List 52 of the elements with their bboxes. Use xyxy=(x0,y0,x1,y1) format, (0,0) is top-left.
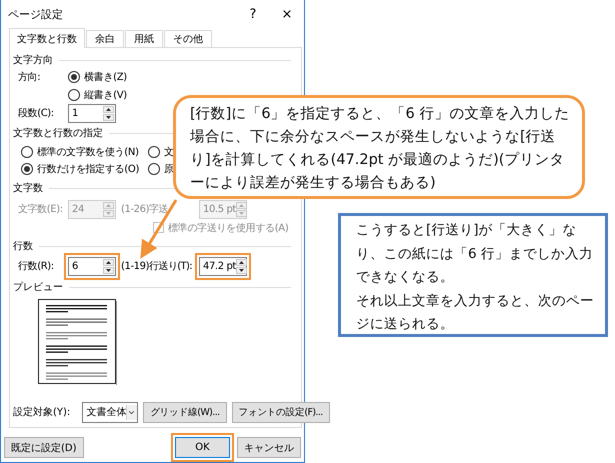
section-heading: プレビュー xyxy=(13,280,63,294)
number-field[interactable]: 47.2 pt xyxy=(199,256,247,276)
spin-down-icon[interactable] xyxy=(103,114,114,120)
tab[interactable]: その他 xyxy=(164,30,212,47)
note-text: こうすると[行送り]が「大きく」なり、この紙には「6 行」までしか入力できなくなる。 xyxy=(356,221,594,287)
spin-down-icon[interactable] xyxy=(103,266,114,274)
radio-button[interactable] xyxy=(68,71,80,83)
spin-up-icon[interactable] xyxy=(103,258,114,266)
range-text: (1-19) xyxy=(120,260,149,272)
dialog-button[interactable]: OK xyxy=(175,437,230,458)
tab[interactable]: 用紙 xyxy=(125,30,163,47)
section-heading: 行数 xyxy=(13,240,33,253)
radio-label[interactable]: 標準の文字数を使う(N) xyxy=(37,144,139,158)
spin-up-icon[interactable] xyxy=(236,258,247,266)
radio-button[interactable] xyxy=(21,146,33,158)
window-title: ページ設定 xyxy=(8,6,64,22)
field-label: 文字数(E): xyxy=(18,202,64,216)
caret-icon[interactable] xyxy=(126,402,138,422)
range-text: (1-26) xyxy=(120,204,149,214)
dialog-button[interactable]: キャンセル xyxy=(237,437,301,458)
field-label: 行数(R): xyxy=(18,260,55,273)
dialog-button[interactable]: 既定に設定(D) xyxy=(4,437,84,458)
close-button[interactable]: × xyxy=(270,6,304,22)
spin-up-icon[interactable] xyxy=(103,106,114,112)
radio-label[interactable]: 横書き(Z) xyxy=(84,70,127,84)
number-field[interactable]: 6 xyxy=(68,256,116,276)
radio-button[interactable] xyxy=(68,88,80,100)
tab[interactable]: 余白 xyxy=(86,30,124,47)
field-label: 方向: xyxy=(18,70,42,84)
spin-down-icon[interactable] xyxy=(236,266,247,274)
help-button[interactable]: ? xyxy=(236,6,270,22)
radio-label[interactable]: 原 xyxy=(164,162,174,176)
tab[interactable]: 文字数と行数 xyxy=(9,28,85,48)
panel-button[interactable]: フォントの設定(F)... xyxy=(232,402,330,422)
radio-button[interactable] xyxy=(21,162,33,174)
section-heading: 文字数 xyxy=(13,182,43,195)
number-field[interactable]: 1 xyxy=(68,104,116,122)
radio-button[interactable] xyxy=(148,162,160,174)
radio-label[interactable]: 縦書き(V) xyxy=(84,88,127,102)
callout-text: [行数]に「6」を指定すると、「6 行」の文章を入力した場合に、下に余分なスペースが発生しないような[行送り]を計算してくれる(47.2pt が最適のようだ)(プリンターにより誤差が発生する場合もある) xyxy=(190,104,570,193)
dropdown-field[interactable]: 文書全体 xyxy=(82,402,138,422)
field-label: 設定対象(Y): xyxy=(13,406,70,419)
radio-label[interactable]: 行数だけを指定する(O) xyxy=(37,162,140,176)
section-heading: 文字方向 xyxy=(13,54,53,67)
field-label: 字送 xyxy=(149,202,169,216)
note-text: それ以上文章を入力すると、次のページに送られる。 xyxy=(356,292,595,334)
field-label: 段数(C): xyxy=(18,107,55,120)
radio-label[interactable]: 文 xyxy=(164,144,174,158)
radio-button[interactable] xyxy=(148,146,160,158)
panel-button[interactable]: グリッド線(W)... xyxy=(143,402,227,422)
field-label: 行送り(T): xyxy=(149,260,194,273)
section-heading: 文字数と行数の指定 xyxy=(13,126,103,140)
